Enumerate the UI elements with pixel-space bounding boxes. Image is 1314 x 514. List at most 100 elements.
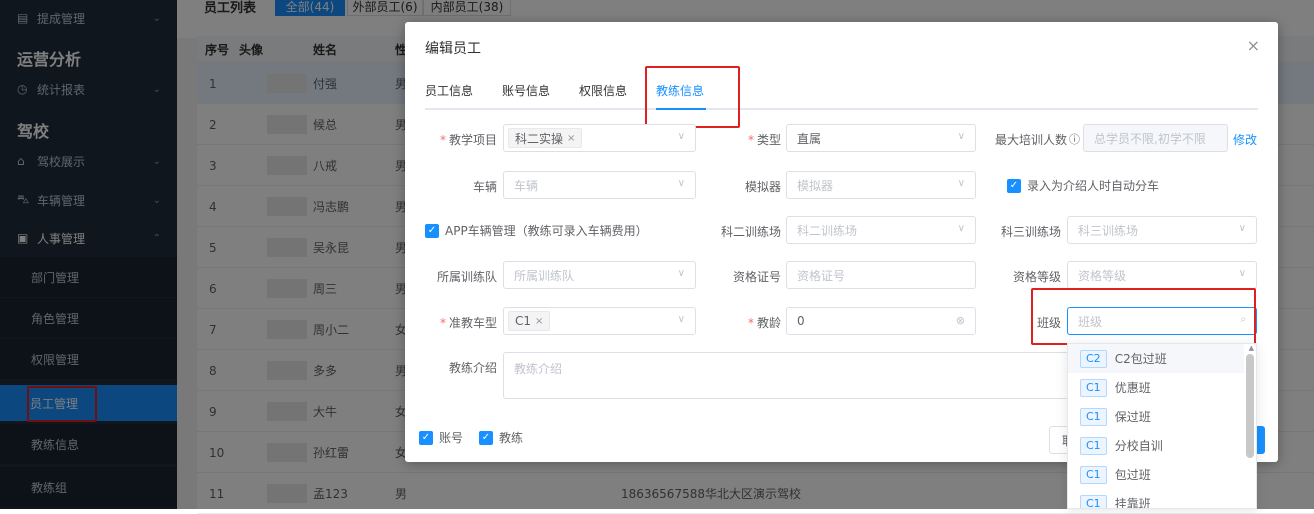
checkbox-checked-icon: ✓ [425,223,439,238]
type-select[interactable]: 直属 ∨ [786,124,976,152]
dropdown-option[interactable]: C1 包过班 [1068,460,1244,489]
auto-assign-checkbox[interactable]: ✓ 录入为介绍人时自动分车 [1007,177,1159,194]
account-checkbox[interactable]: ✓ 账号 [419,429,463,446]
age-label: * 教龄 [705,314,781,331]
option-tag: C1 [1080,378,1107,397]
coach-checkbox[interactable]: ✓ 教练 [479,429,523,446]
teach-project-label-text: 教学项目 [448,133,497,147]
dropdown-option[interactable]: C2 C2包过班 [1068,344,1244,373]
dropdown-option[interactable]: C1 保过班 [1068,402,1244,431]
account-check-label: 账号 [439,431,464,445]
teach-project-tag: 科二实操 × [508,128,583,148]
app-vehicle-checkbox[interactable]: ✓ APP车辆管理（教练可录入车辆费用） [425,222,648,239]
option-label: 保过班 [1114,410,1151,424]
chevron-down-icon: ∨ [677,178,685,189]
clear-icon[interactable]: ⊗ [956,314,965,327]
class-dropdown: C2 C2包过班 C1 优惠班 C1 保过班 C1 分校自训 C1 包过班 C1 挂靠班 ▲ [1067,343,1257,509]
max-train-input: 总学员不限,初学不限 [1083,124,1228,152]
team-select[interactable]: 所属训练队 ∨ [503,261,696,289]
vehicle-placeholder: 车辆 [514,178,539,193]
car-type-tag-text: C1 [515,314,532,328]
chevron-down-icon: ∨ [677,131,685,142]
level-select[interactable]: 资格等级 ∨ [1067,261,1257,289]
intro-textarea[interactable]: 教练介绍 [503,352,1083,399]
checkbox-checked-icon: ✓ [479,430,493,445]
chevron-down-icon: ∨ [677,314,685,325]
option-tag: C2 [1080,349,1107,368]
vehicle-label: 车辆 [472,180,497,194]
option-tag: C1 [1080,465,1107,484]
modify-link[interactable]: 修改 [1233,131,1257,148]
close-icon[interactable]: × [567,133,575,144]
chevron-down-icon: ∨ [1238,268,1246,279]
required-mark: * [747,316,754,330]
checkbox-checked-icon: ✓ [419,430,433,445]
required-mark: * [439,133,446,147]
dropdown-option[interactable]: C1 挂靠班 [1068,489,1244,509]
tab-permission-info[interactable]: 权限信息 [579,82,627,99]
scroll-up-icon[interactable]: ▲ [1249,344,1254,352]
cert-input[interactable]: 资格证号 [786,261,976,289]
chevron-down-icon: ∨ [957,223,965,234]
option-tag: C1 [1080,407,1107,426]
dialog-tabs: 员工信息 账号信息 权限信息 教练信息 [425,80,1258,110]
age-value: 0 [797,314,805,328]
max-train-label: 最大培训人数 [994,133,1067,147]
chevron-down-icon: ∨ [957,178,965,189]
vehicle-select[interactable]: 车辆 ∨ [503,171,696,199]
scrollbar[interactable] [1246,354,1254,458]
k2-field-label: 科二训练场 [720,225,781,239]
type-label: * 类型 [715,131,781,148]
age-input[interactable]: 0 ⊗ [786,307,976,335]
tab-staff-info[interactable]: 员工信息 [425,82,473,99]
chevron-down-icon: ∨ [1238,223,1246,234]
team-placeholder: 所属训练队 [514,268,575,283]
option-label: 优惠班 [1114,381,1151,395]
checkbox-checked-icon: ✓ [1007,178,1021,193]
option-tag: C1 [1080,494,1107,508]
intro-label: 教练介绍 [448,361,497,375]
option-label: 分校自训 [1114,439,1163,453]
highlight-box-class [1031,288,1256,345]
teach-project-tag-text: 科二实操 [515,131,564,146]
max-train-placeholder: 总学员不限,初学不限 [1094,131,1206,146]
cert-placeholder: 资格证号 [797,268,846,283]
required-mark: * [439,316,446,330]
car-type-label-text: 准教车型 [448,316,497,330]
car-type-label: * 准教车型 [415,314,497,331]
dropdown-option[interactable]: C1 优惠班 [1068,373,1244,402]
info-icon[interactable]: ⓘ [1069,131,1080,147]
option-tag: C1 [1080,436,1107,455]
dropdown-option[interactable]: C1 分校自训 [1068,431,1244,460]
option-label: C2包过班 [1114,352,1167,366]
close-icon[interactable]: × [535,316,543,327]
intro-placeholder: 教练介绍 [514,362,563,376]
k3-field-placeholder: 科三训练场 [1078,223,1139,238]
confirm-button[interactable] [1257,426,1265,454]
simulator-label: 模拟器 [744,180,781,194]
auto-assign-label: 录入为介绍人时自动分车 [1027,179,1160,193]
car-type-select[interactable]: C1 × ∨ [503,307,696,335]
close-icon[interactable]: × [1247,36,1260,55]
option-label: 挂靠班 [1114,497,1151,509]
k2-field-placeholder: 科二训练场 [797,223,858,238]
coach-check-label: 教练 [499,431,524,445]
level-label: 资格等级 [1012,270,1061,284]
type-label-text: 类型 [756,133,781,147]
simulator-placeholder: 模拟器 [797,178,834,193]
k3-field-label: 科三训练场 [1000,225,1061,239]
teach-project-select[interactable]: 科二实操 × ∨ [503,124,696,152]
age-label-text: 教龄 [756,316,781,330]
cert-label: 资格证号 [732,270,781,284]
k2-field-select[interactable]: 科二训练场 ∨ [786,216,976,244]
k3-field-select[interactable]: 科三训练场 ∨ [1067,216,1257,244]
simulator-select[interactable]: 模拟器 ∨ [786,171,976,199]
team-label: 所属训练队 [436,270,497,284]
chevron-down-icon: ∨ [677,268,685,279]
type-value: 直属 [797,131,822,146]
tab-account-info[interactable]: 账号信息 [502,82,550,99]
option-label: 包过班 [1114,468,1151,482]
chevron-down-icon: ∨ [957,131,965,142]
dialog-title: 编辑员工 [425,41,481,57]
teach-project-label: * 教学项目 [425,131,497,148]
